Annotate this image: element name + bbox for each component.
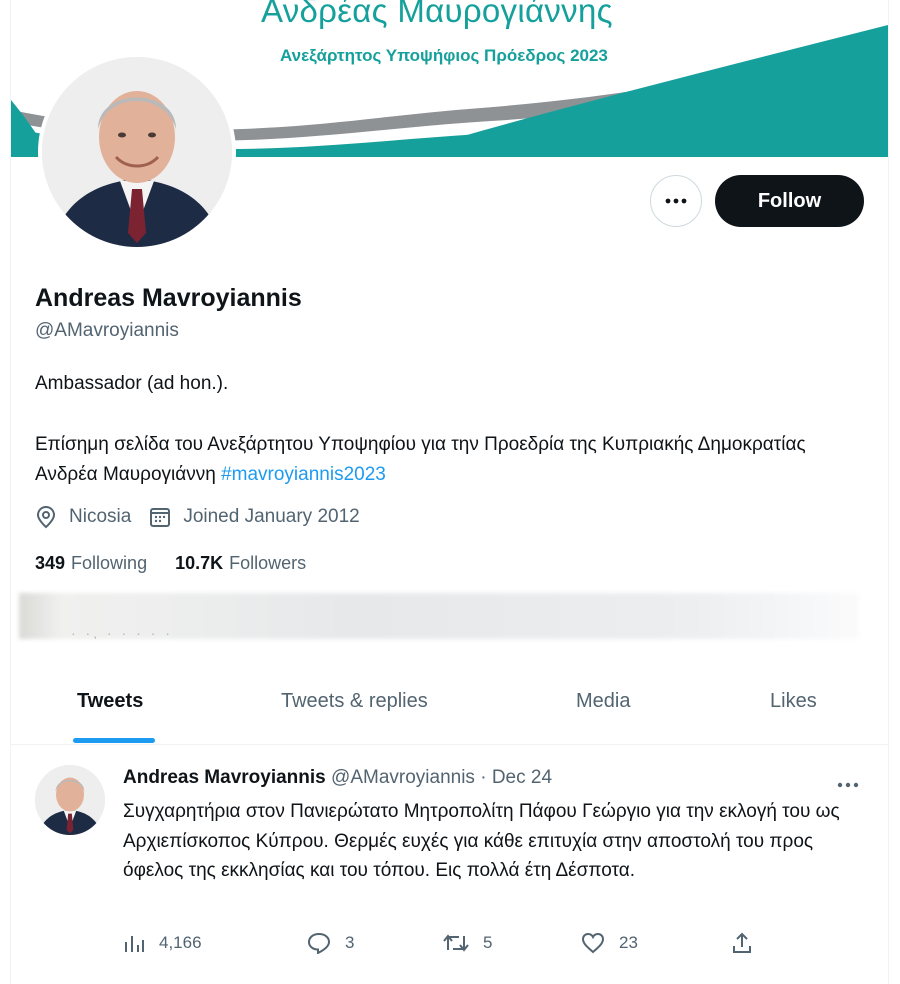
- retweet-icon: [443, 934, 469, 952]
- following-count: 349: [35, 553, 66, 573]
- share-button[interactable]: [731, 932, 767, 954]
- follow-stats: 349 Following 10.7K Followers: [35, 553, 334, 574]
- followers-link[interactable]: 10.7K Followers: [175, 553, 306, 574]
- tweet-actions: 4,166 3 5 23: [123, 932, 863, 960]
- bio-line-2: Επίσημη σελίδα του Ανεξάρτητου Υποψηφίου…: [35, 430, 865, 490]
- tab-likes[interactable]: Likes: [770, 690, 817, 713]
- heart-icon: [581, 932, 605, 954]
- views-button[interactable]: 4,166: [123, 932, 202, 954]
- tweet-more-button[interactable]: [837, 775, 859, 793]
- tweet-author-name[interactable]: Andreas Mavroyiannis: [123, 767, 326, 788]
- follow-button[interactable]: Follow: [715, 175, 864, 227]
- avatar-photo: [42, 57, 232, 247]
- like-count: 23: [619, 933, 638, 952]
- followers-count: 10.7K: [175, 553, 224, 573]
- calendar-icon: [150, 508, 171, 527]
- profile-meta: Nicosia Joined January 2012: [35, 505, 378, 529]
- tweet-separator: ·: [474, 767, 492, 788]
- active-tab-indicator: [73, 738, 155, 743]
- profile-column: Ανδρέας Μαυρογιάννης Ανεξάρτητος Υποψήφι…: [10, 0, 889, 984]
- blurred-text-remnant: · ·, · · · · ·: [71, 625, 173, 639]
- retweet-button[interactable]: 5: [443, 932, 492, 954]
- tweet-date[interactable]: Dec 24: [492, 767, 552, 788]
- join-date: Joined January 2012: [149, 506, 360, 528]
- banner-title: Ανδρέας Μαυρογιάννης: [261, 0, 613, 29]
- profile-tabs: Tweets Tweets & replies Media Likes: [11, 672, 888, 745]
- joined-text: Joined January 2012: [183, 506, 360, 527]
- bio-hashtag-link[interactable]: #mavroyiannis2023: [221, 464, 386, 485]
- retweet-count: 5: [483, 933, 493, 952]
- tweet-text: Συγχαρητήρια στον Πανιερώτατο Μητροπολίτ…: [123, 801, 840, 881]
- reply-button[interactable]: 3: [307, 932, 354, 954]
- tweet[interactable]: Andreas Mavroyiannis @AMavroyiannis · De…: [11, 745, 888, 984]
- more-options-button[interactable]: [650, 175, 702, 227]
- reply-icon: [307, 932, 331, 954]
- bio-text: Επίσημη σελίδα του Ανεξάρτητου Υποψηφίου…: [35, 434, 806, 485]
- like-button[interactable]: 23: [581, 932, 638, 954]
- more-horizontal-icon: [837, 782, 859, 788]
- tweet-author-handle[interactable]: @AMavroyiannis: [331, 767, 475, 788]
- views-count: 4,166: [159, 933, 202, 952]
- banner-subtitle: Ανεξάρτητος Υποψήφιος Πρόεδρος 2023: [280, 46, 608, 65]
- location: Nicosia: [35, 505, 131, 529]
- more-horizontal-icon: [665, 198, 687, 204]
- analytics-icon: [125, 936, 144, 952]
- following-label: Following: [71, 553, 148, 573]
- tweet-header: Andreas Mavroyiannis @AMavroyiannis · De…: [123, 767, 552, 789]
- following-link[interactable]: 349 Following: [35, 553, 147, 574]
- tab-tweets-replies[interactable]: Tweets & replies: [281, 690, 428, 713]
- profile-avatar[interactable]: [38, 53, 236, 251]
- reply-count: 3: [345, 933, 355, 952]
- share-icon: [733, 932, 751, 953]
- profile-display-name: Andreas Mavroyiannis: [35, 284, 302, 312]
- tab-tweets[interactable]: Tweets: [77, 690, 143, 713]
- bio-line-1: Ambassador (ad hon.).: [35, 373, 229, 394]
- tweet-avatar[interactable]: [35, 765, 105, 835]
- location-text: Nicosia: [69, 506, 132, 527]
- location-pin-icon: [36, 505, 56, 529]
- tab-media[interactable]: Media: [576, 690, 630, 713]
- profile-handle: @AMavroyiannis: [35, 320, 179, 341]
- followers-label: Followers: [229, 553, 307, 573]
